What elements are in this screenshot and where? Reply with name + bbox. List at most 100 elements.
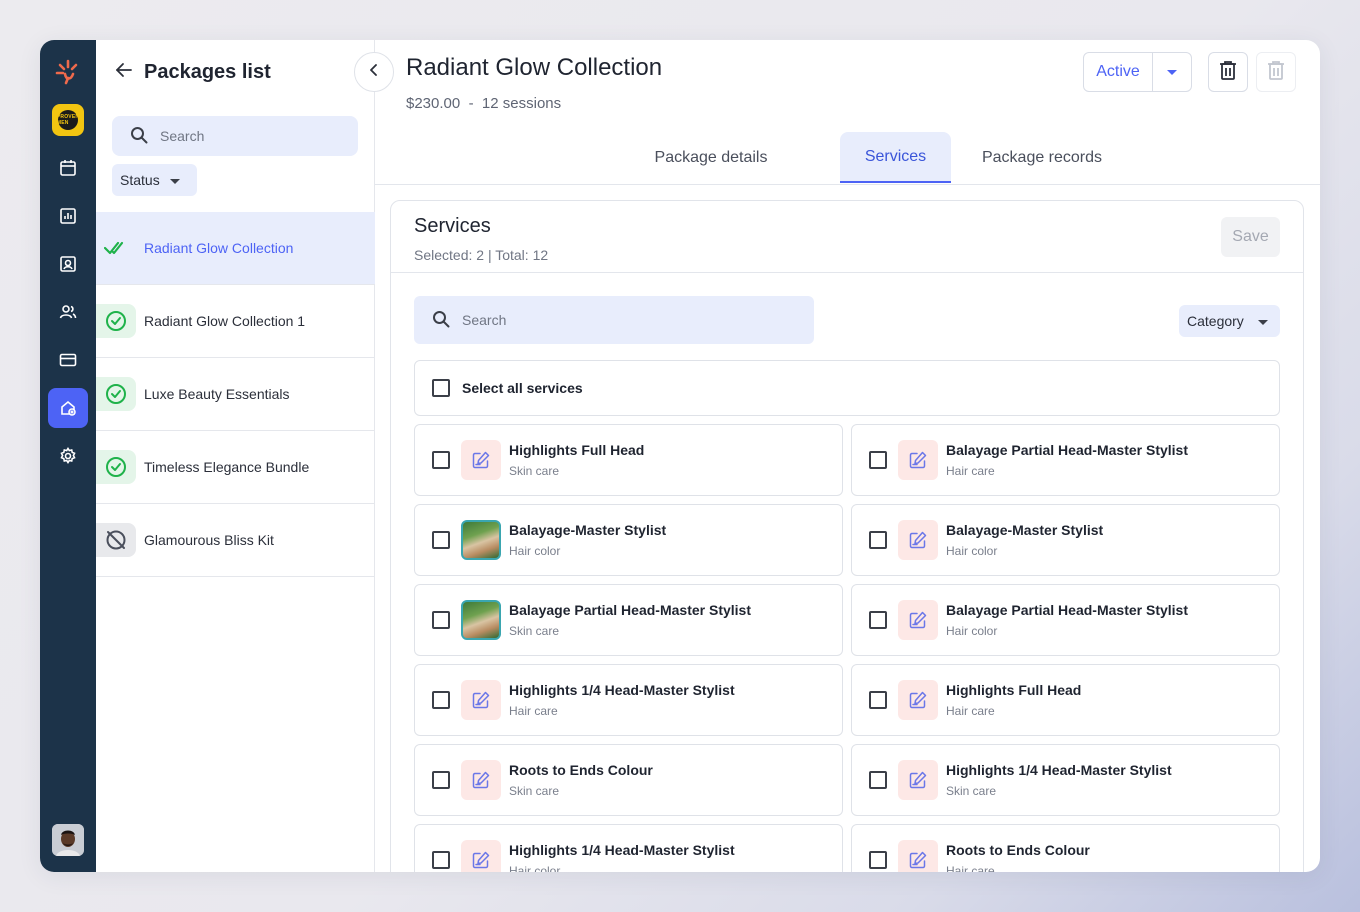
status-dropdown[interactable]: Active (1083, 52, 1192, 92)
service-checkbox[interactable] (432, 771, 450, 789)
search-icon (432, 310, 450, 331)
caret-down-icon (1167, 63, 1177, 81)
delete-disabled-button[interactable] (1256, 52, 1296, 92)
service-text: Balayage-Master Stylist Hair color (509, 522, 666, 558)
edit-note-icon (898, 680, 938, 720)
credit-card-icon[interactable] (48, 340, 88, 380)
package-item-name: Radiant Glow Collection 1 (144, 313, 306, 329)
status-value[interactable]: Active (1084, 53, 1153, 91)
service-text: Highlights 1/4 Head-Master Stylist Hair c… (509, 842, 735, 872)
select-all-services[interactable]: Select all services (414, 360, 1280, 416)
service-checkbox[interactable] (869, 611, 887, 629)
tab-services[interactable]: Services (840, 132, 951, 183)
tab-package-details[interactable]: Package details (637, 132, 785, 184)
service-name: Balayage-Master Stylist (946, 522, 1104, 538)
package-tabs: Package details Services Package records (375, 132, 1320, 185)
service-category: Hair care (946, 464, 995, 478)
brand-badge-text: PROVEN MEN (57, 110, 79, 130)
service-name: Roots to Ends Colour (509, 762, 653, 778)
service-checkbox[interactable] (432, 531, 450, 549)
service-item[interactable]: Highlights 1/4 Head-Master Stylist Hair c… (414, 664, 843, 736)
subtitle-separator: - (468, 95, 474, 112)
package-item[interactable]: Radiant Glow Collection 1 (96, 285, 375, 358)
check-circle-icon (96, 450, 136, 484)
service-checkbox[interactable] (869, 451, 887, 469)
package-item[interactable]: Timeless Elegance Bundle (96, 431, 375, 504)
service-item[interactable]: Highlights 1/4 Head-Master Stylist Hair c… (414, 824, 843, 872)
select-all-label: Select all services (462, 380, 583, 396)
service-item[interactable]: Balayage Partial Head-Master Stylist Hair… (851, 584, 1280, 656)
service-text: Highlights 1/4 Head-Master Stylist Skin c… (946, 762, 1172, 798)
service-item[interactable]: Highlights Full Head Skin care (414, 424, 843, 496)
status-caret-button[interactable] (1153, 53, 1191, 91)
service-category: Skin care (509, 464, 560, 478)
service-checkbox[interactable] (869, 851, 887, 869)
collapse-panel-button[interactable] (354, 52, 394, 92)
back-arrow-icon[interactable] (114, 60, 134, 85)
check-circle-icon (96, 304, 136, 338)
category-filter-dropdown[interactable]: Category (1179, 305, 1280, 337)
packages-list-title: Packages list (144, 61, 271, 83)
packages-search-placeholder: Search (160, 128, 205, 144)
service-item[interactable]: Roots to Ends Colour Hair care (851, 824, 1280, 872)
service-text: Highlights Full Head Skin care (509, 442, 644, 478)
package-item[interactable]: Radiant Glow Collection (96, 212, 375, 285)
service-name: Roots to Ends Colour (946, 842, 1090, 858)
service-checkbox[interactable] (432, 851, 450, 869)
contact-card-icon[interactable] (48, 244, 88, 284)
package-icon[interactable] (48, 388, 88, 428)
tab-package-records[interactable]: Package records (965, 132, 1119, 184)
service-photo (461, 520, 501, 560)
service-item[interactable]: Highlights Full Head Hair care (851, 664, 1280, 736)
service-item[interactable]: Balayage Partial Head-Master Stylist Skin… (414, 584, 843, 656)
service-item[interactable]: Highlights 1/4 Head-Master Stylist Skin c… (851, 744, 1280, 816)
service-item[interactable]: Balayage-Master Stylist Hair color (414, 504, 843, 576)
service-category: Hair care (946, 704, 995, 718)
service-item[interactable]: Balayage Partial Head-Master Stylist Hair… (851, 424, 1280, 496)
package-item[interactable]: Luxe Beauty Essentials (96, 358, 375, 431)
service-text: Roots to Ends Colour Hair care (946, 842, 1090, 872)
service-item[interactable]: Roots to Ends Colour Skin care (414, 744, 843, 816)
packages-search-input[interactable]: Search (112, 116, 358, 156)
edit-note-icon (461, 680, 501, 720)
service-category: Hair color (946, 544, 998, 558)
edit-note-icon (898, 600, 938, 640)
package-price: $230.00 (406, 95, 461, 112)
service-text: Balayage Partial Head-Master Stylist Hair… (946, 442, 1188, 478)
select-all-checkbox[interactable] (432, 379, 450, 397)
users-icon[interactable] (48, 292, 88, 332)
services-search-input[interactable]: Search (414, 296, 814, 344)
edit-note-icon (461, 440, 501, 480)
service-text: Balayage Partial Head-Master Stylist Hair… (946, 602, 1188, 638)
chevron-left-icon (368, 63, 380, 81)
edit-note-icon (898, 760, 938, 800)
service-item[interactable]: Balayage-Master Stylist Hair color (851, 504, 1280, 576)
brand-badge[interactable]: PROVEN MEN (52, 104, 84, 136)
edit-note-icon (461, 760, 501, 800)
service-checkbox[interactable] (869, 691, 887, 709)
app-logo-icon[interactable] (54, 58, 82, 86)
gear-icon[interactable] (48, 436, 88, 476)
caret-down-icon (169, 172, 180, 188)
status-filter-dropdown[interactable]: Status (112, 164, 197, 196)
service-checkbox[interactable] (869, 771, 887, 789)
edit-note-icon (898, 520, 938, 560)
search-icon (130, 126, 148, 147)
chart-icon[interactable] (48, 196, 88, 236)
service-category: Hair color (946, 624, 998, 638)
service-checkbox[interactable] (432, 611, 450, 629)
delete-button[interactable] (1208, 52, 1248, 92)
calendar-icon[interactable] (48, 148, 88, 188)
save-button[interactable]: Save (1221, 217, 1280, 257)
service-checkbox[interactable] (869, 531, 887, 549)
category-filter-label: Category (1187, 313, 1244, 329)
services-summary: Selected: 2 | Total: 12 (414, 247, 549, 263)
service-checkbox[interactable] (432, 691, 450, 709)
user-avatar[interactable] (52, 824, 84, 856)
service-name: Balayage Partial Head-Master Stylist (946, 602, 1188, 618)
card-divider (391, 272, 1303, 273)
trash-icon (1219, 60, 1237, 85)
package-item[interactable]: Glamourous Bliss Kit (96, 504, 375, 577)
service-checkbox[interactable] (432, 451, 450, 469)
service-name: Highlights Full Head (946, 682, 1082, 698)
